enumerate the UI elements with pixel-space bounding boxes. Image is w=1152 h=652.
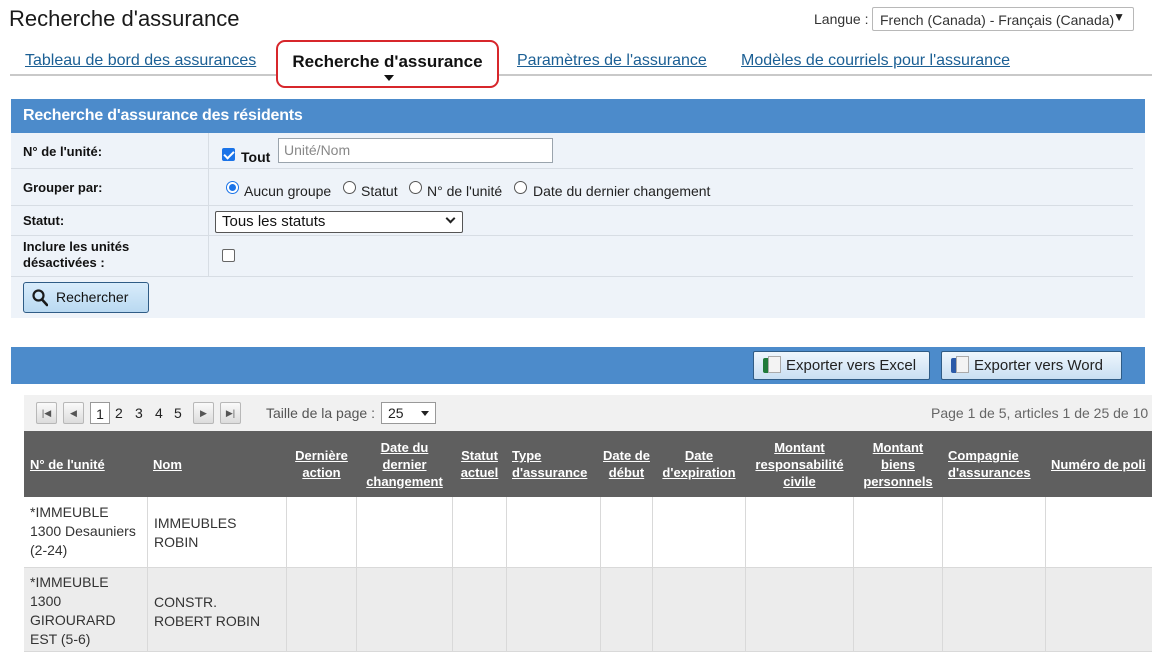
column-divider <box>147 497 148 652</box>
page-size-value: 25 <box>388 405 404 421</box>
row-divider <box>208 169 209 205</box>
column-divider <box>745 497 746 652</box>
cell-unit: *IMMEUBLE 1300 GIROURARD EST (5-6) <box>30 574 116 647</box>
group-radio-last-change[interactable] <box>514 181 527 194</box>
cell-name: IMMEUBLES ROBIN <box>154 515 237 550</box>
search-panel-title: Recherche d'assurance des résidents <box>11 99 1145 133</box>
column-header-current-status[interactable]: Statut actuel <box>453 431 506 497</box>
column-divider <box>853 497 854 652</box>
search-panel: Recherche d'assurance des résidents N° d… <box>11 99 1145 318</box>
excel-icon <box>763 356 781 373</box>
language-select[interactable]: French (Canada) - Français (Canada) ▼ <box>872 7 1134 31</box>
all-units-checkbox[interactable] <box>222 148 235 161</box>
page-1-button[interactable]: 1 <box>90 402 110 424</box>
group-option-status: Statut <box>361 183 398 199</box>
tab-insurance-email-templates[interactable]: Modèles de courriels pour l'assurance <box>741 52 1010 70</box>
unit-row: N° de l'unité: <box>11 133 1133 169</box>
next-page-icon[interactable]: ▶ <box>193 402 214 424</box>
chevron-down-icon: ▼ <box>1113 10 1125 24</box>
export-word-button[interactable]: Exporter vers Word <box>941 351 1122 380</box>
status-label: Statut: <box>23 213 65 228</box>
column-divider <box>356 497 357 652</box>
last-page-icon[interactable]: ▶| <box>220 402 241 424</box>
cell-name: CONSTR. ROBERT ROBIN <box>154 594 261 629</box>
tab-insurance-settings[interactable]: Paramètres de l'assurance <box>517 52 707 70</box>
inactive-label: Inclure les unités désactivées : <box>23 239 129 271</box>
language-value: French (Canada) - Français (Canada) <box>880 12 1115 28</box>
column-divider <box>452 497 453 652</box>
group-radio-none[interactable] <box>226 181 239 194</box>
column-header-last-change-date[interactable]: Date du dernier changement <box>357 431 452 497</box>
tab-insurance-dashboard[interactable]: Tableau de bord des assurances <box>25 52 256 70</box>
column-divider <box>600 497 601 652</box>
group-option-last-change: Date du dernier changement <box>533 183 711 199</box>
language-label: Langue : <box>814 11 869 27</box>
column-header-policy-number[interactable]: Numéro de poli <box>1051 431 1152 497</box>
column-header-start-date[interactable]: Date de début <box>601 431 652 497</box>
group-option-none: Aucun groupe <box>244 183 332 199</box>
prev-page-icon[interactable]: ◀ <box>63 402 84 424</box>
column-header-liability-amount[interactable]: Montant responsabilité civile <box>746 431 853 497</box>
page-4-button[interactable]: 4 <box>155 405 163 421</box>
column-divider <box>652 497 653 652</box>
group-label: Grouper par: <box>23 180 103 195</box>
group-radio-unit[interactable] <box>409 181 422 194</box>
unit-search-input[interactable]: Unité/Nom <box>278 138 553 163</box>
page-title: Recherche d'assurance <box>9 6 240 31</box>
tab-bar-divider <box>10 74 1152 76</box>
tab-insurance-search[interactable]: Recherche d'assurance <box>276 40 499 88</box>
column-header-personal-property-amount[interactable]: Montant biens personnels <box>854 431 942 497</box>
row-divider <box>208 236 209 276</box>
all-units-label: Tout <box>241 149 271 165</box>
cell-unit: *IMMEUBLE 1300 Desauniers (2-24) <box>30 504 136 558</box>
caret-down-icon <box>384 75 394 81</box>
page-size-label: Taille de la page : <box>266 405 375 421</box>
column-header-unit[interactable]: N° de l'unité <box>30 431 147 497</box>
column-header-insurance-type[interactable]: Type d'assurance <box>512 431 600 497</box>
inactive-label-line1: Inclure les unités <box>23 239 130 254</box>
page-info: Page 1 de 5, articles 1 de 25 de 10 <box>931 405 1149 421</box>
search-button[interactable]: Rechercher <box>23 282 149 313</box>
tab-insurance-search-label: Recherche d'assurance <box>292 52 483 71</box>
export-excel-label: Exporter vers Excel <box>786 357 917 374</box>
column-divider <box>286 497 287 652</box>
chevron-down-icon <box>445 213 456 224</box>
unit-label: N° de l'unité: <box>23 144 103 159</box>
word-icon <box>951 356 969 373</box>
page-5-button[interactable]: 5 <box>174 405 182 421</box>
column-header-last-action[interactable]: Dernière action <box>287 431 356 497</box>
first-page-icon[interactable]: |◀ <box>36 402 57 424</box>
status-select-value: Tous les statuts <box>222 213 326 230</box>
include-inactive-checkbox[interactable] <box>222 249 235 262</box>
page-3-button[interactable]: 3 <box>135 405 143 421</box>
column-header-expiration-date[interactable]: Date d'expiration <box>653 431 745 497</box>
search-icon <box>32 289 48 307</box>
inactive-label-line2: désactivées : <box>23 255 105 270</box>
inactive-row: Inclure les unités désactivées : <box>11 236 1133 277</box>
export-excel-button[interactable]: Exporter vers Excel <box>753 351 930 380</box>
column-divider <box>1045 497 1046 652</box>
group-option-unit: N° de l'unité <box>427 183 503 199</box>
status-select[interactable]: Tous les statuts <box>215 211 463 233</box>
row-divider <box>208 206 209 235</box>
column-divider <box>506 497 507 652</box>
page-size-select[interactable]: 25 <box>381 402 436 424</box>
row-divider <box>208 133 209 168</box>
group-radio-status[interactable] <box>343 181 356 194</box>
column-header-insurance-company[interactable]: Compagnie d'assurances <box>948 431 1044 497</box>
column-header-name[interactable]: Nom <box>153 431 283 497</box>
status-row: Statut: <box>11 206 1133 236</box>
export-word-label: Exporter vers Word <box>974 357 1103 374</box>
caret-down-icon <box>421 411 429 416</box>
search-button-label: Rechercher <box>56 289 129 305</box>
column-divider <box>942 497 943 652</box>
page-2-button[interactable]: 2 <box>115 405 123 421</box>
